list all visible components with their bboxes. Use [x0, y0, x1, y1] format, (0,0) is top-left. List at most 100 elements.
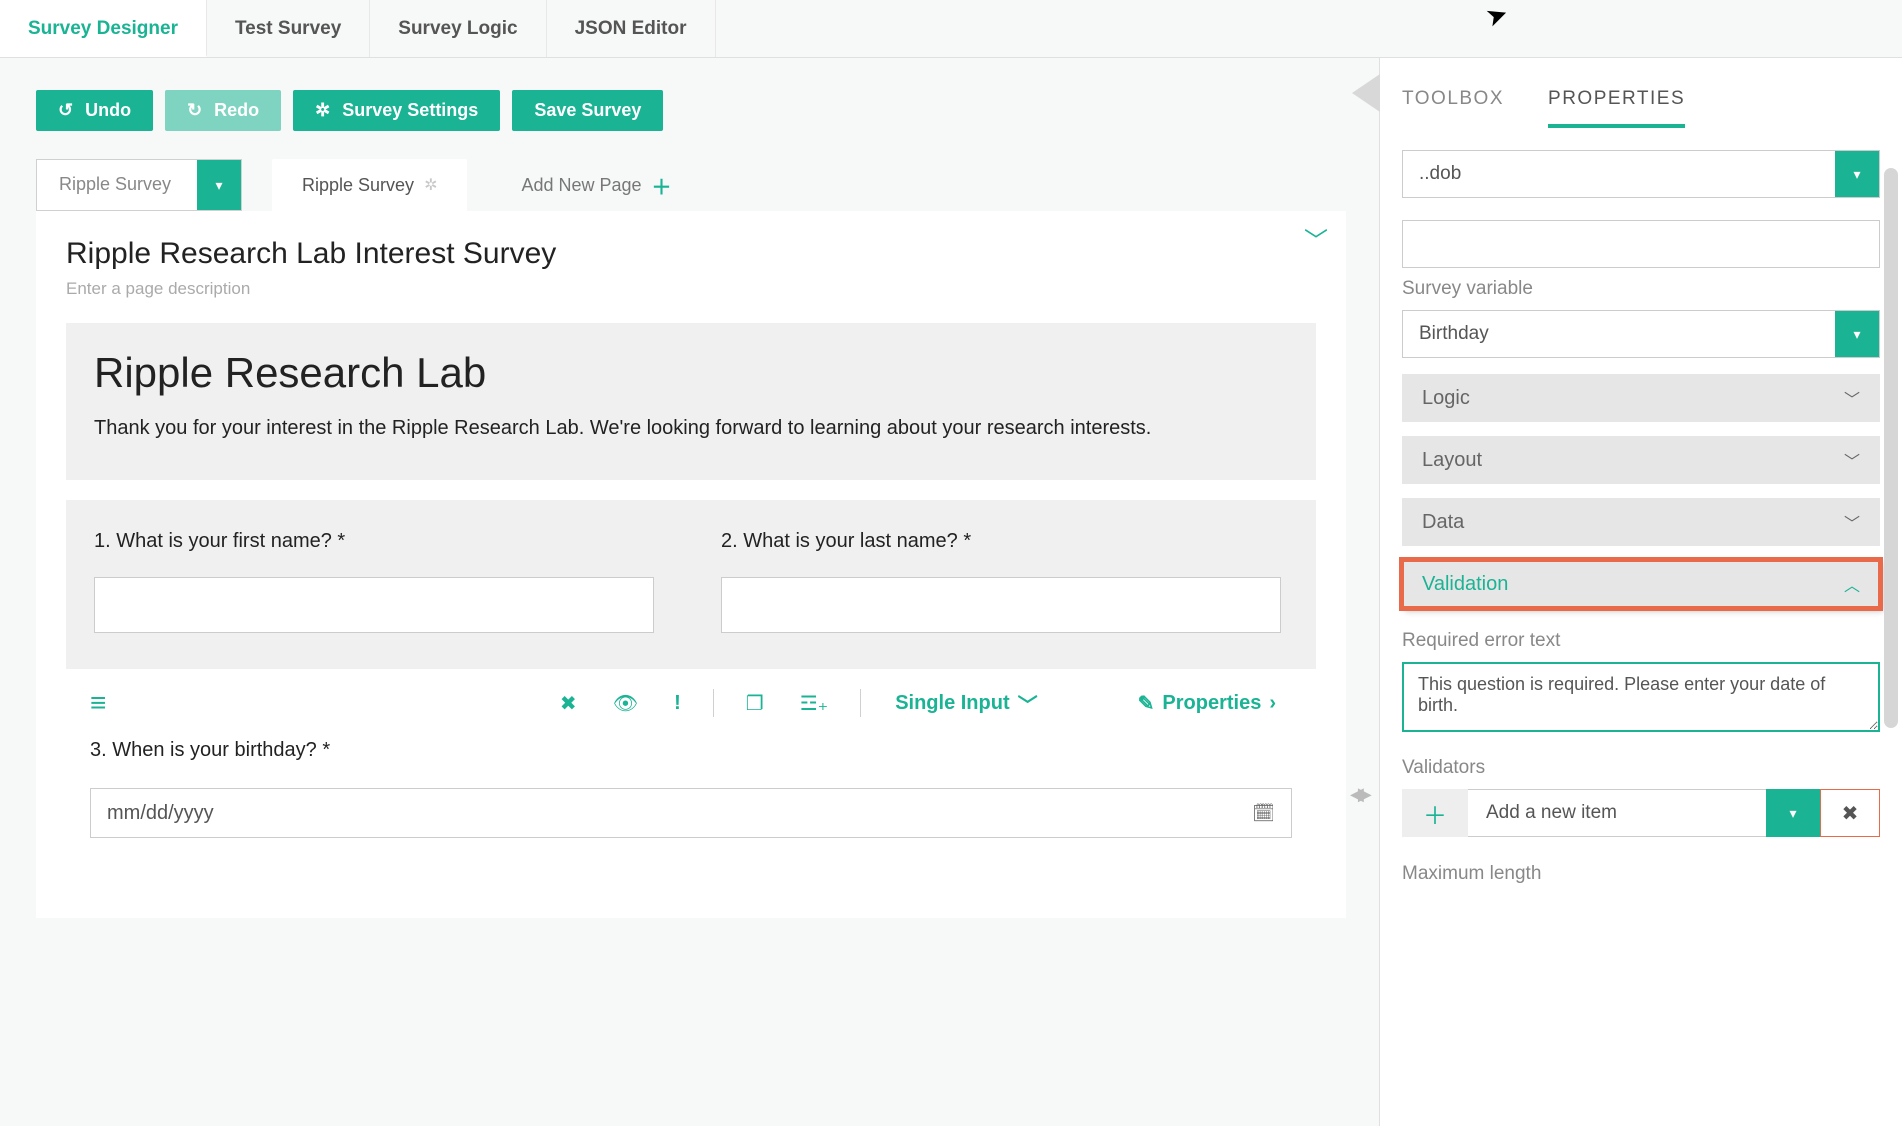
tab-test-survey[interactable]: Test Survey: [207, 0, 370, 57]
save-survey-button[interactable]: Save Survey: [512, 90, 663, 131]
chevron-down-icon: ﹀: [1844, 510, 1860, 534]
accordion-layout[interactable]: Layout ﹀: [1402, 436, 1880, 484]
chevron-down-icon: ﹀: [1844, 386, 1860, 410]
validators-label: Validators: [1402, 757, 1880, 779]
save-label: Save Survey: [534, 100, 641, 121]
q3-container[interactable]: 3. When is your birthday? * mm/dd/yyyy 🗓: [66, 725, 1316, 878]
question-row-names[interactable]: 1. What is your first name? * 2. What is…: [66, 500, 1316, 669]
intro-heading: Ripple Research Lab: [94, 349, 1288, 397]
q2-label: 2. What is your last name? *: [721, 530, 1288, 553]
gear-icon: ✲: [315, 100, 330, 121]
accordion-data[interactable]: Data ﹀: [1402, 498, 1880, 546]
chevron-right-icon: ›: [1269, 692, 1276, 715]
chevron-down-icon: ﹀: [1844, 448, 1860, 472]
tab-survey-logic[interactable]: Survey Logic: [370, 0, 546, 57]
required-error-textarea[interactable]: [1402, 662, 1880, 732]
design-surface: ﹀ .surface-caret{font-family:sans-serif;…: [36, 211, 1346, 918]
action-toolbar: ↺ Undo ↻ Redo ✲ Survey Settings Save Sur…: [36, 90, 1379, 131]
visibility-icon[interactable]: 👁: [599, 691, 652, 716]
gear-icon[interactable]: ✲: [424, 175, 437, 195]
survey-select-label: Ripple Survey: [37, 160, 197, 210]
page-description-placeholder[interactable]: Enter a page description: [66, 279, 1316, 299]
side-panel-tabs: TOOLBOX PROPERTIES: [1380, 58, 1902, 128]
chevron-down-icon: ▾: [215, 177, 222, 194]
accordion-validation[interactable]: Validation ︿: [1402, 560, 1880, 608]
accordion-logic[interactable]: Logic ﹀: [1402, 374, 1880, 422]
page-tab-label: Ripple Survey: [302, 175, 414, 196]
question-type-dropdown[interactable]: Single Input ﹀: [879, 689, 1053, 718]
page-tab-row: Ripple Survey ▾ Ripple Survey ✲ Add New …: [36, 159, 1379, 211]
delete-question-icon[interactable]: ✖: [546, 691, 591, 716]
undo-icon: ↺: [58, 100, 73, 121]
properties-label: Properties: [1162, 692, 1261, 715]
survey-variable-value: Birthday: [1403, 311, 1835, 357]
chevron-down-icon: ▾: [1789, 805, 1796, 822]
page-title[interactable]: Ripple Research Lab Interest Survey: [66, 237, 1316, 271]
settings-label: Survey Settings: [342, 100, 478, 121]
top-tab-bar: Survey Designer Test Survey Survey Logic…: [0, 0, 1902, 58]
autocomplete-input[interactable]: [1402, 220, 1880, 268]
accordion-data-label: Data: [1422, 511, 1464, 534]
undo-label: Undo: [85, 100, 131, 121]
accordion-layout-label: Layout: [1422, 449, 1482, 472]
intro-body: Thank you for your interest in the Rippl…: [94, 417, 1288, 440]
toolbar-divider: [860, 689, 861, 717]
side-panel: ◀▶ TOOLBOX PROPERTIES ..dob ▾ Survey var…: [1379, 58, 1902, 1126]
q3-date-input[interactable]: mm/dd/yyyy 🗓: [90, 788, 1292, 838]
undo-button[interactable]: ↺ Undo: [36, 90, 153, 131]
q2-input[interactable]: [721, 577, 1281, 633]
q1-label: 1. What is your first name? *: [94, 530, 661, 553]
redo-label: Redo: [214, 100, 259, 121]
element-selector[interactable]: ..dob ▾: [1402, 150, 1880, 198]
accordion-logic-label: Logic: [1422, 387, 1470, 410]
intro-panel[interactable]: Ripple Research Lab Thank you for your i…: [66, 323, 1316, 480]
required-icon[interactable]: !: [660, 692, 695, 715]
survey-select-caret[interactable]: ▾: [197, 160, 241, 210]
survey-variable-select[interactable]: Birthday ▾: [1402, 310, 1880, 358]
add-validator-button[interactable]: ＋: [1402, 789, 1468, 837]
page-tab-current[interactable]: Ripple Survey ✲: [272, 159, 467, 211]
properties-scrollbar[interactable]: [1884, 168, 1898, 728]
add-validator-text[interactable]: Add a new item: [1468, 789, 1766, 837]
plus-icon: ＋: [1423, 796, 1447, 831]
pencil-icon: ✎: [1138, 691, 1155, 716]
calendar-icon[interactable]: 🗓: [1252, 803, 1275, 824]
validator-type-dropdown[interactable]: ▾: [1766, 789, 1820, 837]
survey-variable-caret[interactable]: ▾: [1835, 311, 1879, 357]
chevron-down-icon: ▾: [1853, 326, 1860, 343]
copy-icon[interactable]: ❐: [732, 691, 778, 716]
add-page-label: Add New Page: [521, 175, 641, 196]
drag-handle-icon[interactable]: ≡: [90, 687, 106, 719]
selected-question-toolbar: ≡ ✖ 👁 ! ❐ ☲₊ Single Input ﹀ ✎ Prope: [66, 669, 1316, 725]
page-tab-add[interactable]: Add New Page ＋: [491, 159, 701, 211]
required-error-label: Required error text: [1402, 630, 1880, 652]
add-to-toolbox-icon[interactable]: ☲₊: [786, 691, 843, 716]
redo-button[interactable]: ↻ Redo: [165, 90, 281, 131]
chevron-down-icon: ﹀: [1018, 689, 1038, 718]
element-selector-value: ..dob: [1403, 151, 1835, 197]
tab-toolbox[interactable]: TOOLBOX: [1402, 88, 1504, 128]
validators-row: ＋ Add a new item ▾ ✖: [1402, 789, 1880, 837]
plus-icon: ＋: [652, 171, 672, 200]
tab-survey-designer[interactable]: Survey Designer: [0, 0, 207, 57]
chevron-down-icon: ▾: [1853, 166, 1860, 183]
question-type-label: Single Input: [895, 692, 1009, 715]
q3-label: 3. When is your birthday? *: [90, 739, 1292, 762]
element-selector-caret[interactable]: ▾: [1835, 151, 1879, 197]
tab-json-editor[interactable]: JSON Editor: [547, 0, 716, 57]
close-icon: ✖: [1842, 801, 1859, 826]
panel-resize-handle[interactable]: ◀▶: [1350, 784, 1366, 805]
collapse-page-icon[interactable]: ﹀: [1304, 221, 1328, 256]
survey-select-dropdown[interactable]: Ripple Survey ▾: [36, 159, 242, 211]
open-properties-button[interactable]: ✎ Properties ›: [1122, 691, 1292, 716]
properties-body: ..dob ▾ Survey variable Birthday ▾ Logic…: [1380, 128, 1902, 1126]
date-placeholder: mm/dd/yyyy: [107, 802, 214, 825]
toolbar-divider: [713, 689, 714, 717]
q1-input[interactable]: [94, 577, 654, 633]
delete-validator-button[interactable]: ✖: [1820, 789, 1880, 837]
tab-properties[interactable]: PROPERTIES: [1548, 88, 1685, 128]
chevron-up-icon: ︿: [1844, 572, 1860, 596]
survey-settings-button[interactable]: ✲ Survey Settings: [293, 90, 500, 131]
survey-variable-label: Survey variable: [1402, 278, 1880, 300]
accordion-validation-label: Validation: [1422, 573, 1508, 596]
